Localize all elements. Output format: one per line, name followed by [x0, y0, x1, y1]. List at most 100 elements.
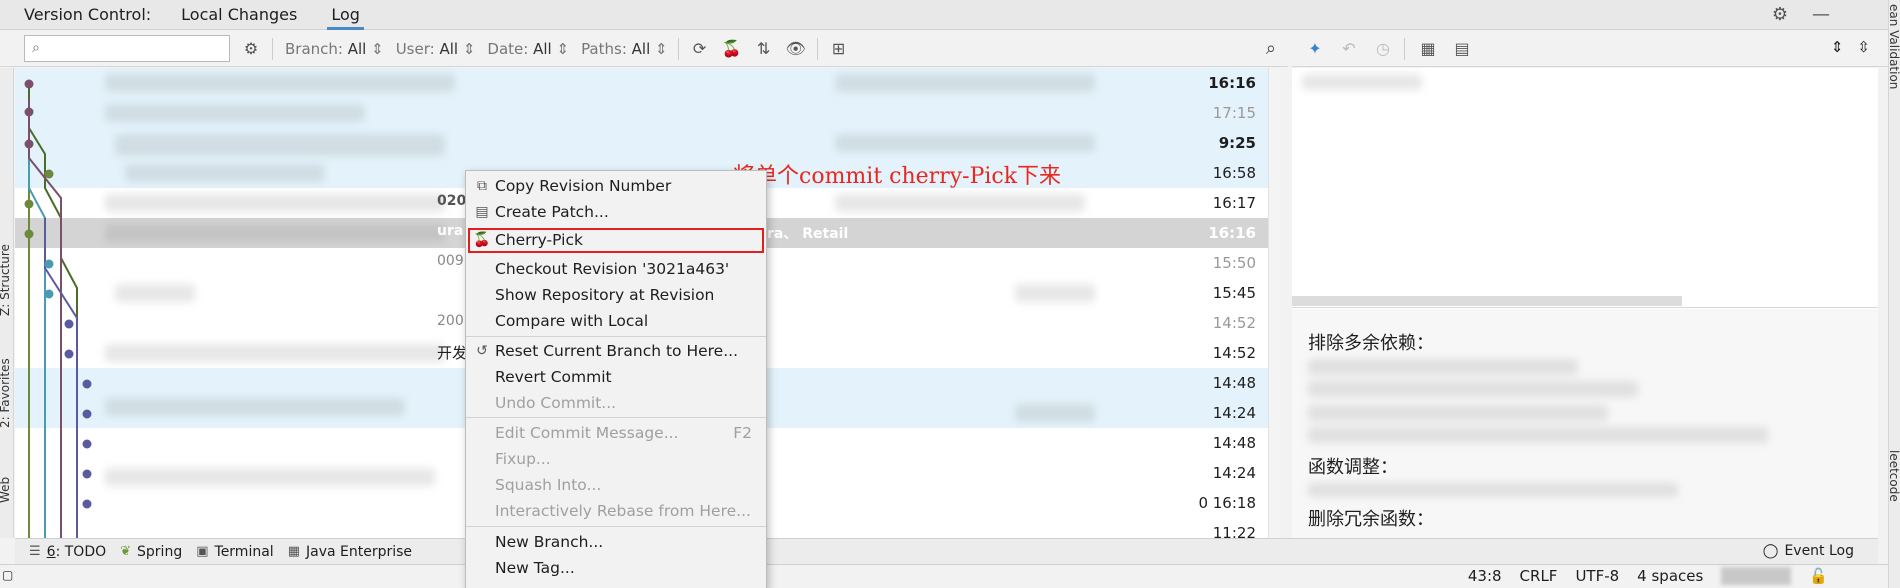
menu-item-reset-branch[interactable]: ↺ Reset Current Branch to Here... [466, 338, 766, 364]
blurred-commit-message [125, 164, 325, 182]
java-enterprise-icon: ▦ [287, 544, 300, 559]
commit-message-details: 排除多余依赖： 函数调整： 删除冗余函数： [1292, 309, 1878, 538]
minimize-icon[interactable]: — [1812, 4, 1830, 25]
cherry-pick-icon[interactable]: 🍒 [721, 38, 743, 60]
search-icon[interactable]: ⌕ [1266, 38, 1276, 59]
blurred-commit-message [105, 194, 445, 212]
user-filter[interactable]: User: All ⇕ [396, 40, 476, 58]
file-encoding[interactable]: UTF-8 [1575, 567, 1619, 585]
undo-icon[interactable]: ↶ [1338, 38, 1360, 60]
commit-time: 16:17 [1212, 194, 1256, 212]
expand-all-icon[interactable]: ⇕ [1831, 38, 1844, 56]
blurred-commit-message [105, 224, 445, 242]
blurred-author [835, 134, 1095, 152]
commit-fragment: 200 [437, 313, 464, 329]
left-tool-strip: Z: Structure 2: Favorites Web [0, 68, 14, 538]
blurred-author [835, 194, 1085, 212]
detail-heading-functions: 函数调整： [1308, 457, 1398, 478]
toolbar-separator [816, 37, 818, 60]
todo-tab[interactable]: ☰ 6: TODO [29, 544, 106, 560]
context-menu: ⧉ Copy Revision Number ▤ Create Patch... 🍒… [465, 170, 767, 588]
caret-position[interactable]: 43:8 [1468, 567, 1502, 585]
new-tab-icon[interactable]: ⊞ [828, 38, 850, 60]
tool-window-header: Version Control: Local Changes Log ⚙ — [0, 0, 1890, 30]
lock-icon[interactable]: 🔓 [1809, 567, 1828, 585]
bean-validation-tab[interactable]: ean Validation [1887, 4, 1900, 89]
indent-setting[interactable]: 4 spaces [1637, 567, 1703, 585]
git-graph [24, 79, 92, 538]
menu-item-new-tag[interactable]: New Tag... [466, 555, 766, 581]
history-icon[interactable]: ◷ [1372, 38, 1394, 60]
settings-icon[interactable]: ⚙ [240, 38, 262, 60]
commit-time: 11:22 [1212, 524, 1256, 538]
blurred-detail-text [1308, 359, 1578, 375]
date-filter[interactable]: Date: All ⇕ [487, 40, 569, 58]
branch-filter[interactable]: Branch: All ⇕ [285, 40, 384, 58]
tab-log[interactable]: Log [327, 0, 364, 30]
commit-time: 16:58 [1212, 164, 1256, 182]
search-icon: ⌕ [32, 40, 40, 56]
terminal-tab[interactable]: ▣ Terminal [196, 544, 273, 560]
commit-time: 15:45 [1212, 284, 1256, 302]
collapse-all-icon[interactable]: ⇳ [1857, 38, 1870, 56]
structure-tab[interactable]: Z: Structure [0, 244, 12, 316]
web-tab[interactable]: Web [0, 477, 12, 503]
sort-icon[interactable]: ⇅ [753, 38, 775, 60]
event-log-tab[interactable]: ◯ Event Log [1763, 543, 1854, 559]
commit-time: 17:15 [1212, 104, 1256, 122]
detail-heading-remove: 删除冗余函数： [1308, 509, 1434, 530]
favorites-tab[interactable]: 2: Favorites [0, 358, 12, 428]
toolbar-separator [1404, 37, 1405, 60]
menu-item-interactive-rebase[interactable]: Interactively Rebase from Here... [466, 498, 766, 524]
patch-icon: ▤ [475, 204, 489, 220]
list-icon: ☰ [29, 544, 41, 559]
blurred-author [1015, 404, 1095, 422]
blurred-commit-message [105, 344, 445, 362]
collapse-arrows-icon[interactable]: ✦ [1304, 38, 1326, 60]
menu-item-compare-local[interactable]: Compare with Local [466, 308, 766, 334]
menu-item-revert-commit[interactable]: Revert Commit [466, 364, 766, 390]
commit-time: 14:48 [1212, 434, 1256, 452]
blurred-commit-message [105, 104, 365, 122]
layout-toggle-icon[interactable]: ▢ [2, 568, 13, 582]
layout-icon[interactable]: ▤ [1451, 38, 1473, 60]
spring-leaf-icon: ❦ [120, 544, 132, 559]
group-by-icon[interactable]: ▦ [1417, 38, 1439, 60]
tab-local-changes[interactable]: Local Changes [177, 0, 301, 30]
bottom-tool-tabs: ☰ 6: TODO ❦ Spring ▣ Terminal ▦ Java Enterpr… [15, 538, 1878, 564]
blurred-detail-text [1308, 427, 1768, 443]
line-separator[interactable]: CRLF [1520, 567, 1558, 585]
right-tool-strip: ean Validation leetcode [1887, 0, 1900, 588]
commit-time: 15:50 [1212, 254, 1256, 272]
menu-item-fixup[interactable]: Fixup... [466, 446, 766, 472]
horizontal-scrollbar[interactable] [1292, 296, 1682, 306]
commit-time: 14:48 [1212, 374, 1256, 392]
java-enterprise-tab[interactable]: ▦ Java Enterprise [288, 544, 412, 560]
menu-item-new-branch[interactable]: New Branch... [466, 529, 766, 555]
leetcode-tab[interactable]: leetcode [1887, 450, 1900, 502]
spring-tab[interactable]: ❦ Spring [120, 544, 182, 560]
blurred-commit-message [105, 398, 405, 416]
blurred-branch-widget[interactable] [1721, 567, 1792, 585]
refresh-icon[interactable]: ⟳ [689, 38, 711, 60]
blurred-detail-text [1308, 483, 1678, 497]
menu-item-undo-commit[interactable]: Undo Commit... [466, 390, 766, 416]
menu-item-edit-message[interactable]: Edit Commit Message... F2 [466, 420, 766, 446]
view-options-eye-icon[interactable]: 👁 [785, 38, 807, 60]
menu-item-show-repository[interactable]: Show Repository at Revision [466, 282, 766, 308]
annotation-text: 将单个commit cherry-Pick下来 [733, 164, 1062, 189]
log-toolbar: ⌕ ⚙ Branch: All ⇕ User: All ⇕ Date: All … [0, 31, 1288, 67]
menu-item-squash[interactable]: Squash Into... [466, 472, 766, 498]
menu-item-checkout-revision[interactable]: Checkout Revision '3021a463' [466, 256, 766, 282]
log-search-input[interactable] [25, 36, 229, 61]
toolbar-separator [272, 37, 273, 60]
menu-item-copy-revision[interactable]: ⧉ Copy Revision Number [466, 173, 766, 199]
menu-item-create-patch[interactable]: ▤ Create Patch... [466, 199, 766, 225]
settings-gear-icon[interactable]: ⚙ [1772, 4, 1788, 25]
changed-files-tree[interactable] [1292, 68, 1878, 308]
log-search-box[interactable]: ⌕ [24, 35, 230, 62]
commit-time: 14:24 [1212, 404, 1256, 422]
commit-time: 16:16 [1208, 74, 1256, 92]
vertical-scrollbar[interactable] [1268, 68, 1280, 538]
paths-filter[interactable]: Paths: All ⇕ [581, 40, 668, 58]
